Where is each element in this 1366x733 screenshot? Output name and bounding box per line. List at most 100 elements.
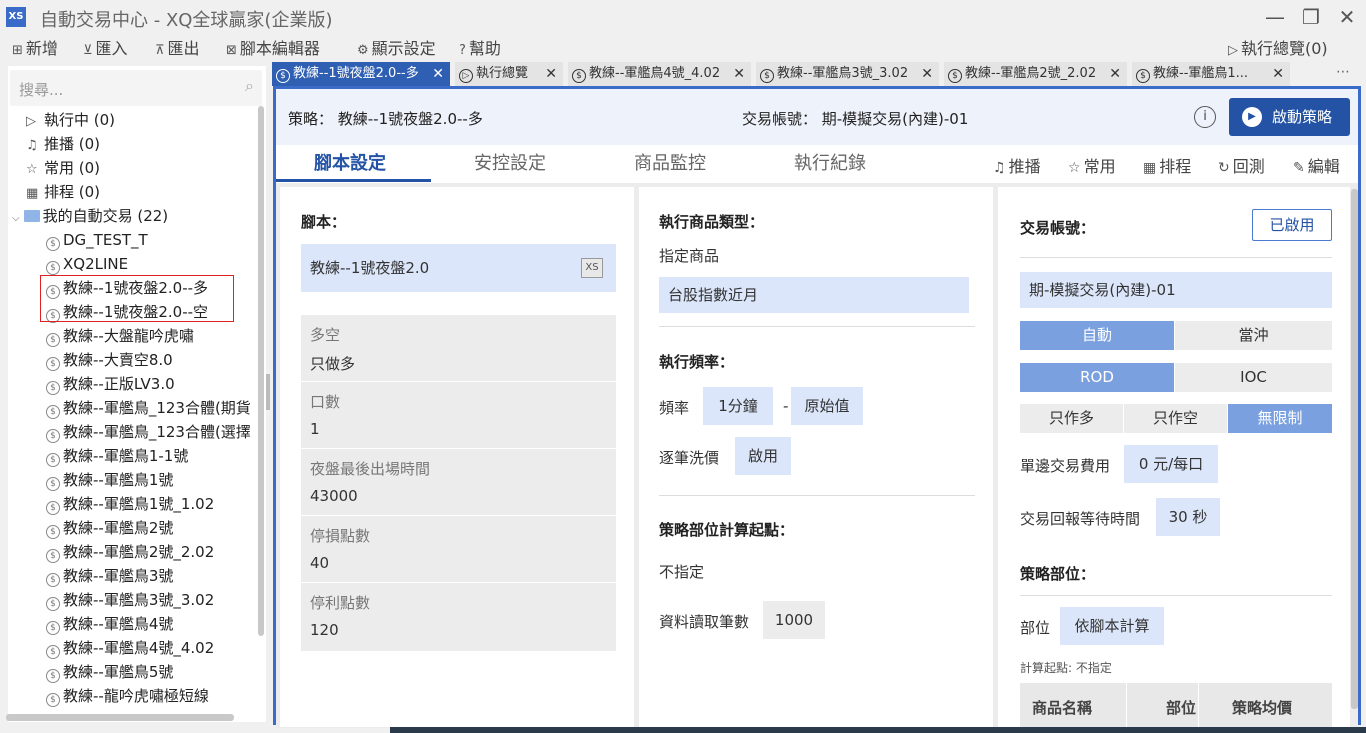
panel-splitter[interactable] xyxy=(266,374,270,410)
tab-execution-overview[interactable]: ▷ 執行總覽 ✕ xyxy=(455,62,563,86)
star-icon: ☆ xyxy=(1068,160,1081,176)
tree-item[interactable]: $ DG_TEST_T xyxy=(46,228,148,252)
favorite-button[interactable]: ☆ 常用 xyxy=(1068,153,1116,177)
close-icon[interactable]: ✕ xyxy=(921,62,933,86)
tree-item[interactable]: $ 教練--軍艦鳥2號 xyxy=(46,516,173,540)
tab-strategy-1-long[interactable]: $ 教練--1號夜盤2.0--多 ✕ xyxy=(272,62,450,86)
tree-item[interactable]: $ 教練--大盤龍吟虎嘯 xyxy=(46,324,194,348)
param-row[interactable]: 停利點數 120 xyxy=(301,583,616,650)
param-row[interactable]: 口數 1 xyxy=(301,382,616,449)
read-count-field[interactable]: 1000 xyxy=(763,601,825,639)
sidebar: 搜尋... ⌕ ▷ 執行中 (0) ♫ 推播 (0) ☆ 常用 (0) ▦ 排程 (0)… xyxy=(8,66,266,722)
tree-item[interactable]: $ 教練--軍艦鳥2號_2.02 xyxy=(46,540,214,564)
tree-item-push[interactable]: ♫ 推播 (0) xyxy=(26,132,100,156)
param-row[interactable]: 夜盤最後出場時間 43000 xyxy=(301,449,616,516)
tree-item[interactable]: $ 教練--軍艦鳥5號 xyxy=(46,660,173,684)
param-row[interactable]: 多空 只做多 xyxy=(301,315,616,382)
dollar-icon: $ xyxy=(46,573,60,587)
close-icon[interactable]: ✕ xyxy=(1109,62,1121,86)
direction-short-only[interactable]: 只作空 xyxy=(1124,404,1227,433)
close-icon[interactable]: ✕ xyxy=(1334,4,1360,30)
direction-unlimited[interactable]: 無限制 xyxy=(1228,404,1332,433)
enabled-button[interactable]: 已啟用 xyxy=(1252,209,1332,241)
tree-item-schedule[interactable]: ▦ 排程 (0) xyxy=(26,180,100,204)
xs-script-icon[interactable]: XS xyxy=(581,258,603,278)
tab-strategy-4[interactable]: $ 教練--軍艦鳥4號_4.02 ✕ xyxy=(568,62,751,86)
mode-daytrade[interactable]: 當沖 xyxy=(1175,321,1332,350)
minimize-icon[interactable]: — xyxy=(1262,4,1288,30)
tree-folder-my-trades[interactable]: ⌵ 我的自動交易 (22) xyxy=(12,204,168,228)
tree-item[interactable]: $ 教練--軍艦鳥4號 xyxy=(46,612,173,636)
direction-long-only[interactable]: 只作多 xyxy=(1020,404,1123,433)
tree-label: 推播 (0) xyxy=(44,135,101,153)
mode-auto[interactable]: 自動 xyxy=(1020,321,1174,350)
frequency-chip[interactable]: 1分鐘 xyxy=(703,387,773,425)
account-field[interactable]: 期-模擬交易(內建)-01 xyxy=(1020,272,1332,308)
product-field[interactable]: 台股指數近月 xyxy=(659,277,969,313)
menu-display-settings[interactable]: ⚙ 顯示設定 xyxy=(357,35,436,59)
tree-label: 教練--軍艦鳥3號_3.02 xyxy=(63,591,215,609)
tab-execution-log[interactable]: 執行紀錄 xyxy=(794,149,866,175)
push-button[interactable]: ♫ 推播 xyxy=(993,153,1041,177)
menu-export[interactable]: ⊼ 匯出 xyxy=(155,35,200,59)
edit-button[interactable]: ✎ 編輯 xyxy=(1293,153,1340,177)
tab-script-settings[interactable]: 腳本設定 xyxy=(314,149,386,175)
title-bar: XS 自動交易中心 - XQ全球贏家(企業版) — ❐ ✕ xyxy=(0,0,1366,34)
menu-execution-overview[interactable]: ▷ 執行總覽(0) xyxy=(1228,35,1328,59)
position-field[interactable]: 依腳本計算 xyxy=(1060,607,1164,645)
fee-field[interactable]: 0 元/每口 xyxy=(1124,445,1218,483)
tree-item[interactable]: $ 教練--軍艦鳥_123合體(選擇 xyxy=(46,420,251,444)
menu-script-editor[interactable]: ⊠ 腳本編輯器 xyxy=(226,35,320,59)
trading-account: 交易帳號： 期-模擬交易(內建)-01 xyxy=(742,110,969,128)
maximize-icon[interactable]: ❐ xyxy=(1298,4,1324,30)
tree-item-favorites[interactable]: ☆ 常用 (0) xyxy=(26,156,100,180)
order-rod[interactable]: ROD xyxy=(1020,363,1174,392)
tick-enable-chip[interactable]: 啟用 xyxy=(735,437,791,475)
close-icon[interactable]: ✕ xyxy=(1272,62,1284,86)
content-vertical-scrollbar[interactable] xyxy=(1351,189,1358,709)
tree-item[interactable]: $ 教練--軍艦鳥3號_3.02 xyxy=(46,588,214,612)
script-selector[interactable]: 教練--1號夜盤2.0 XS xyxy=(301,244,616,292)
tab-strategy-3[interactable]: $ 教練--軍艦鳥3號_3.02 ✕ xyxy=(756,62,939,86)
tree-item[interactable]: $ 教練--軍艦鳥1-1號 xyxy=(46,444,188,468)
tab-product-monitor[interactable]: 商品監控 xyxy=(634,149,706,175)
tree-item[interactable]: $ 教練--正版LV3.0 xyxy=(46,372,175,396)
settings-tabs: 腳本設定 安控設定 商品監控 執行紀錄 ♫ 推播 ☆ 常用 ▦ 排程 ↻ 回測 ✎ 編輯 xyxy=(276,145,1358,183)
tree-item[interactable]: $ 教練--軍艦鳥4號_4.02 xyxy=(46,636,214,660)
sidebar-vertical-scrollbar[interactable] xyxy=(258,106,264,636)
menu-import[interactable]: ⊻ 匯入 xyxy=(83,35,128,59)
strategy-name: 策略： 教練--1號夜盤2.0--多 xyxy=(288,110,483,128)
search-input[interactable]: 搜尋... ⌕ xyxy=(10,70,262,106)
tab-strategy-2[interactable]: $ 教練--軍艦鳥2號_2.02 ✕ xyxy=(944,62,1127,86)
divider xyxy=(1020,595,1332,596)
menu-new[interactable]: ⊞ 新增 xyxy=(12,35,58,59)
schedule-button[interactable]: ▦ 排程 xyxy=(1143,153,1191,177)
tab-risk-settings[interactable]: 安控設定 xyxy=(474,149,546,175)
backtest-button[interactable]: ↻ 回測 xyxy=(1218,153,1265,177)
tree-item[interactable]: $ 教練--龍吟虎嘯極短線 xyxy=(46,684,209,708)
tree-item[interactable]: $ 教練--軍艦鳥3號 xyxy=(46,564,173,588)
param-row[interactable]: 停損點數 40 xyxy=(301,516,616,583)
close-icon[interactable]: ✕ xyxy=(545,62,557,86)
tab-strategy-1[interactable]: $ 教練--軍艦鳥1... ✕ xyxy=(1132,62,1290,86)
tree-label: 教練--軍艦鳥3號 xyxy=(63,567,174,585)
tree-label: 排程 (0) xyxy=(44,183,101,201)
tree-item-running[interactable]: ▷ 執行中 (0) xyxy=(26,108,115,132)
close-icon[interactable]: ✕ xyxy=(432,62,444,86)
wait-field[interactable]: 30 秒 xyxy=(1156,498,1220,536)
more-tabs-icon[interactable]: ⋯ xyxy=(1336,64,1350,80)
order-ioc[interactable]: IOC xyxy=(1175,363,1332,392)
info-icon[interactable]: i xyxy=(1194,106,1216,128)
raw-value-chip[interactable]: 原始值 xyxy=(791,387,863,425)
start-strategy-button[interactable]: ▶ 啟動策略 xyxy=(1229,98,1350,136)
param-label: 停損點數 xyxy=(310,527,371,545)
close-icon[interactable]: ✕ xyxy=(733,62,745,86)
position-title: 策略部位： xyxy=(1020,565,1096,583)
sidebar-horizontal-scrollbar[interactable] xyxy=(6,714,234,721)
tree-item[interactable]: $ XQ2LINE xyxy=(46,252,128,276)
tree-item[interactable]: $ 教練--軍艦鳥_123合體(期貨 xyxy=(46,396,251,420)
tree-item[interactable]: $ 教練--大賣空8.0 xyxy=(46,348,173,372)
menu-help[interactable]: ? 幫助 xyxy=(459,35,501,59)
tree-item[interactable]: $ 教練--軍艦鳥1號 xyxy=(46,468,173,492)
tree-item[interactable]: $ 教練--軍艦鳥1號_1.02 xyxy=(46,492,214,516)
